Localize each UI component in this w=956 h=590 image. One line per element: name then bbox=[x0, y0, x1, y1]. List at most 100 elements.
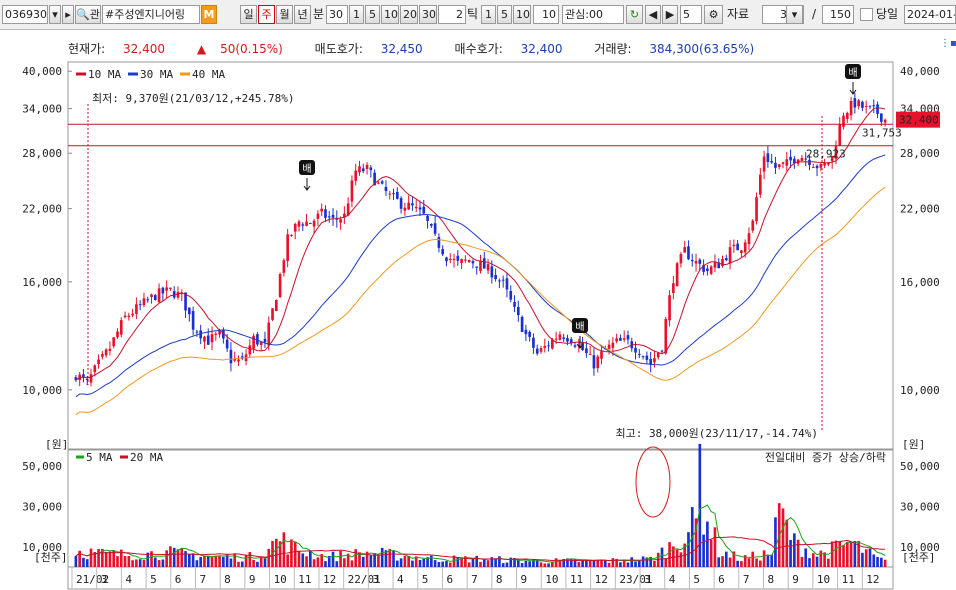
m-badge[interactable]: M bbox=[201, 5, 217, 24]
volume-panel-frame bbox=[67, 449, 894, 568]
volume-bar bbox=[380, 547, 384, 567]
candle-body bbox=[191, 311, 195, 330]
volume-bar bbox=[880, 557, 883, 567]
candle-body bbox=[384, 186, 388, 192]
period-month-button[interactable]: 월 bbox=[276, 5, 293, 24]
volume-bar bbox=[781, 508, 785, 567]
minute-field[interactable]: 30 bbox=[326, 5, 348, 24]
minute-30-button[interactable]: 30 bbox=[419, 5, 437, 24]
price-tick-label-left: 16,000 bbox=[22, 276, 62, 289]
candle-body bbox=[736, 243, 739, 251]
volume-bar bbox=[815, 556, 819, 567]
volume-bar bbox=[664, 558, 668, 567]
prev-arrow-icon[interactable]: ◀ bbox=[645, 5, 661, 24]
data-label: 자료 bbox=[727, 7, 750, 21]
candle-body bbox=[641, 356, 645, 358]
volume-bar bbox=[108, 551, 112, 567]
tick-field[interactable]: 2 bbox=[438, 5, 466, 24]
candle-body bbox=[845, 112, 849, 119]
volume-bar bbox=[399, 558, 403, 567]
x-tick-label: 11 bbox=[298, 573, 311, 586]
candle-body bbox=[861, 101, 864, 108]
candle-body bbox=[789, 156, 792, 161]
volume-bar bbox=[619, 562, 622, 567]
volume-bar bbox=[539, 562, 543, 567]
ma10-line bbox=[75, 107, 886, 381]
candle-body bbox=[312, 220, 316, 227]
candle-body bbox=[430, 223, 433, 226]
candle-body bbox=[399, 198, 403, 209]
candle-body bbox=[585, 348, 588, 354]
refresh-icon[interactable]: ↻ bbox=[626, 5, 643, 24]
date-field[interactable]: 2024-01- bbox=[904, 5, 956, 24]
volume-bar bbox=[770, 554, 773, 567]
volume-note: 전일대비 증가 상승/하락 bbox=[765, 450, 886, 464]
candle-body bbox=[263, 338, 267, 343]
settings-gear-icon[interactable]: ⚙ bbox=[704, 5, 723, 24]
candle-body bbox=[747, 233, 751, 245]
minute-20-button[interactable]: 20 bbox=[400, 5, 418, 24]
x-tick-label: 5 bbox=[150, 573, 157, 586]
period-year-button[interactable]: 년 bbox=[294, 5, 311, 24]
price-tick-label-right: 28,000 bbox=[900, 147, 940, 160]
volume-bar bbox=[135, 559, 138, 567]
tick-10-button[interactable]: 10 bbox=[513, 5, 531, 24]
volume-bar bbox=[724, 551, 728, 567]
next-step-arrow-icon[interactable]: ▶ bbox=[662, 5, 678, 24]
candle-body bbox=[683, 247, 687, 253]
minute-5-button[interactable]: 5 bbox=[365, 5, 380, 24]
candle-body bbox=[361, 168, 365, 172]
candle-body bbox=[150, 294, 153, 297]
volume-bar bbox=[297, 550, 301, 567]
volume-bar bbox=[611, 558, 615, 567]
volume-bar bbox=[448, 562, 452, 567]
candle-body bbox=[248, 345, 252, 355]
candle-body bbox=[857, 100, 860, 107]
stock-name-field[interactable]: #주성엔지니어링 bbox=[102, 5, 200, 24]
volume-bar bbox=[180, 547, 184, 567]
period-week-button[interactable]: 주 bbox=[258, 5, 275, 24]
candle-body bbox=[811, 166, 815, 168]
next-arrow-icon[interactable]: ▸ bbox=[62, 5, 74, 24]
price-tick-label-left: 10,000 bbox=[22, 384, 62, 397]
volume-bar bbox=[751, 551, 755, 567]
step-field[interactable]: 5 bbox=[680, 5, 702, 24]
tick-5-button[interactable]: 5 bbox=[497, 5, 512, 24]
candle-body bbox=[774, 162, 777, 168]
volume-bar bbox=[641, 556, 645, 567]
minute-10-button[interactable]: 10 bbox=[381, 5, 399, 24]
volume-bar bbox=[206, 555, 210, 567]
volume-bar bbox=[354, 549, 358, 567]
total-field[interactable]: 150 bbox=[822, 5, 854, 24]
candle-body bbox=[108, 348, 112, 351]
today-checkbox[interactable] bbox=[860, 8, 873, 21]
x-tick-label: 6 bbox=[175, 573, 182, 586]
period-day-button[interactable]: 일 bbox=[240, 5, 257, 24]
volume-bar bbox=[282, 532, 286, 567]
volume-bar bbox=[883, 559, 887, 567]
min-annotation: 최저: 9,370원(21/03/12,+245.78%) bbox=[92, 92, 295, 105]
code-dropdown-icon[interactable]: ▾ bbox=[49, 5, 61, 24]
volume-bar bbox=[199, 557, 203, 567]
data-dropdown-icon[interactable]: ▾ bbox=[786, 5, 803, 24]
minute-1-button[interactable]: 1 bbox=[349, 5, 364, 24]
search-button[interactable]: 🔍관 bbox=[75, 5, 101, 24]
candle-body bbox=[157, 288, 161, 302]
candle-body bbox=[611, 342, 615, 348]
candle-body bbox=[369, 167, 373, 171]
max-annotation: 최고: 38,000원(23/11/17,-14.74%) bbox=[615, 427, 818, 440]
volume-bar bbox=[622, 560, 626, 567]
tick-count-field[interactable]: 10 bbox=[533, 5, 559, 24]
volume-bar bbox=[528, 561, 531, 567]
candle-body bbox=[573, 345, 577, 347]
candle-body bbox=[732, 244, 736, 247]
tick-1-button[interactable]: 1 bbox=[481, 5, 496, 24]
candle-body bbox=[883, 119, 887, 123]
candle-body bbox=[592, 355, 596, 369]
candle-body bbox=[252, 335, 255, 349]
candle-body bbox=[694, 261, 698, 264]
stock-code-field[interactable]: 036930 bbox=[2, 5, 48, 24]
interest-field[interactable]: 관심:00 bbox=[562, 5, 624, 24]
volume-bar bbox=[184, 551, 187, 567]
volume-bar bbox=[350, 560, 354, 567]
